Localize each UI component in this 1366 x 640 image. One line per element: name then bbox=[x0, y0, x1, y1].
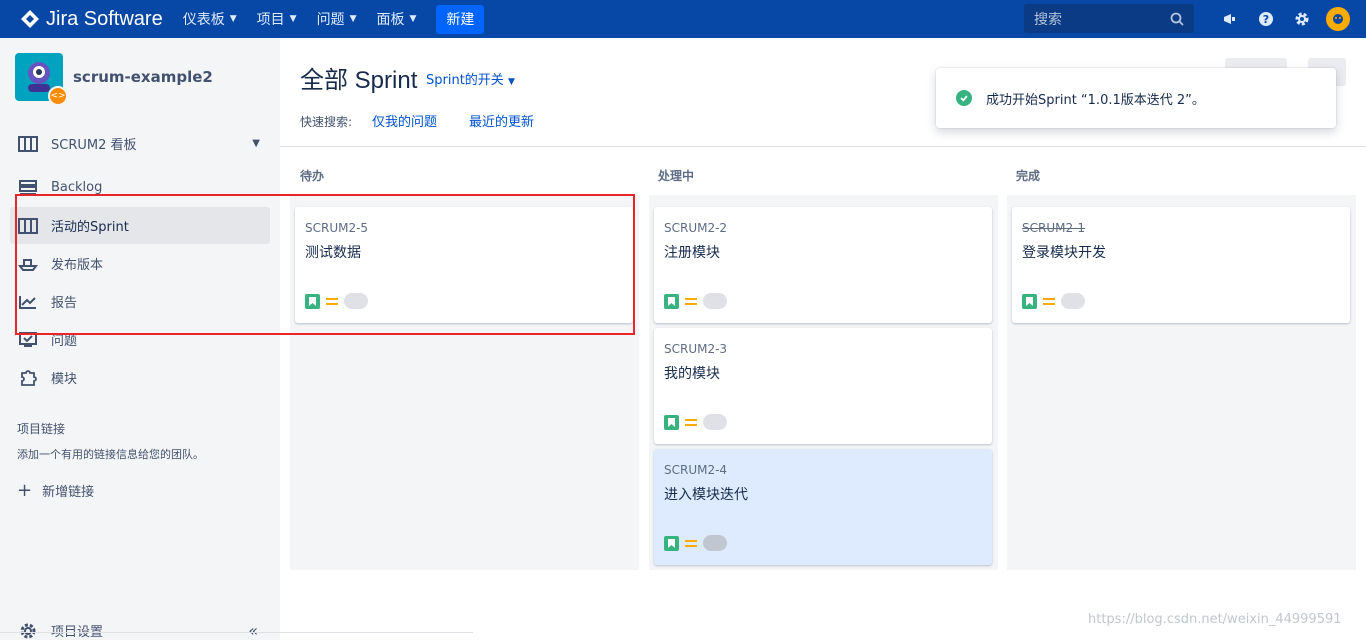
card-footer bbox=[1022, 293, 1085, 309]
chevron-down-icon: ▼ bbox=[229, 14, 237, 24]
chevron-down-icon: ▼ bbox=[252, 138, 260, 149]
sidebar-item-label: SCRUM2 看板 bbox=[51, 138, 137, 153]
issue-card[interactable]: SCRUM2-3 我的模块 bbox=[654, 328, 992, 444]
sprint-toggle-label: Sprint的开关 bbox=[426, 73, 504, 88]
issue-key[interactable]: SCRUM2-3 bbox=[664, 342, 727, 356]
chevron-down-icon: ▼ bbox=[289, 14, 297, 24]
issue-summary: 进入模块迭代 bbox=[664, 487, 748, 503]
plus-icon: + bbox=[17, 480, 33, 501]
estimate-badge bbox=[703, 293, 727, 309]
project-avatar: <> bbox=[15, 53, 68, 106]
success-toast[interactable]: 成功开始Sprint “1.0.1版本迭代 2”。 bbox=[936, 68, 1336, 128]
gear-icon[interactable] bbox=[1284, 11, 1320, 27]
project-header[interactable]: <> scrum-example2 bbox=[15, 53, 213, 106]
issue-card-selected[interactable]: SCRUM2-4 进入模块迭代 bbox=[654, 449, 992, 565]
bottom-strip bbox=[0, 632, 473, 640]
nav-boards[interactable]: 面板 ▼ bbox=[376, 9, 416, 29]
code-badge-icon: <> bbox=[48, 86, 68, 106]
issue-key[interactable]: SCRUM2-2 bbox=[664, 221, 727, 235]
chevron-down-icon: ▼ bbox=[507, 77, 515, 87]
user-avatar[interactable] bbox=[1320, 7, 1356, 31]
project-links-title: 项目链接 bbox=[17, 422, 66, 436]
estimate-badge bbox=[703, 414, 727, 430]
quick-filter-my-issues[interactable]: 仅我的问题 bbox=[372, 111, 437, 130]
project-name: scrum-example2 bbox=[73, 68, 213, 86]
priority-medium-icon bbox=[685, 418, 697, 426]
issue-summary: 注册模块 bbox=[664, 245, 720, 261]
help-icon[interactable]: ? bbox=[1248, 11, 1284, 27]
issue-key[interactable]: SCRUM2-1 bbox=[1022, 221, 1085, 235]
estimate-badge bbox=[703, 535, 727, 551]
issue-summary: 登录模块开发 bbox=[1022, 245, 1106, 261]
watermark: https://blog.csdn.net/weixin_44999591 bbox=[1088, 612, 1342, 627]
issue-summary: 我的模块 bbox=[664, 366, 720, 382]
column-title-in-progress: 处理中 bbox=[658, 169, 695, 183]
quick-filter-recent-updates[interactable]: 最近的更新 bbox=[469, 111, 534, 130]
toast-message: 成功开始Sprint “1.0.1版本迭代 2”。 bbox=[986, 92, 1205, 108]
nav-boards-label: 面板 bbox=[376, 12, 405, 28]
annotation-highlight-box bbox=[15, 194, 635, 335]
page-title: 全部 Sprint bbox=[300, 67, 418, 94]
nav-dashboards-label: 仪表板 bbox=[182, 12, 225, 28]
search-placeholder: 搜索 bbox=[1034, 11, 1062, 28]
add-link-button[interactable]: + 新增链接 bbox=[17, 480, 94, 501]
chevron-down-icon: ▼ bbox=[409, 14, 417, 24]
top-navigation: Jira Software 仪表板 ▼ 项目 ▼ 问题 ▼ 面板 ▼ 新建 搜索 ? bbox=[0, 0, 1366, 38]
story-icon bbox=[1022, 293, 1037, 309]
search-icon bbox=[1170, 12, 1184, 26]
card-footer bbox=[664, 414, 727, 430]
nav-issues[interactable]: 问题 ▼ bbox=[317, 9, 357, 29]
sprint-toggle-dropdown[interactable]: Sprint的开关 ▼ bbox=[426, 69, 515, 88]
column-title-done: 完成 bbox=[1016, 169, 1041, 183]
search-input[interactable]: 搜索 bbox=[1024, 4, 1194, 33]
sidebar-item-board[interactable]: SCRUM2 看板 ▼ bbox=[10, 125, 270, 162]
sidebar-item-components[interactable]: 模块 bbox=[10, 359, 270, 396]
checkmark-icon bbox=[956, 90, 972, 106]
nav-projects-label: 项目 bbox=[256, 12, 285, 28]
sidebar: <> scrum-example2 SCRUM2 看板 ▼ Backlog 活动… bbox=[0, 38, 280, 640]
divider bbox=[280, 146, 1366, 147]
issue-key[interactable]: SCRUM2-4 bbox=[664, 463, 727, 477]
create-button[interactable]: 新建 bbox=[436, 4, 485, 34]
jira-logo[interactable]: Jira Software bbox=[20, 8, 163, 31]
nav-dashboards[interactable]: 仪表板 ▼ bbox=[183, 9, 237, 29]
priority-medium-icon bbox=[1043, 297, 1055, 305]
brand-name: Jira Software bbox=[46, 7, 163, 30]
sidebar-item-label: 模块 bbox=[51, 372, 78, 387]
estimate-badge bbox=[1061, 293, 1085, 309]
column-in-progress: SCRUM2-2 注册模块 SCRUM2-3 我的模块 SCRUM2-4 进入模… bbox=[649, 195, 998, 570]
chevron-down-icon: ▼ bbox=[349, 14, 357, 24]
jira-icon bbox=[21, 10, 39, 28]
story-icon bbox=[664, 535, 679, 551]
puzzle-icon bbox=[18, 369, 40, 387]
card-footer bbox=[664, 535, 727, 551]
card-footer bbox=[664, 293, 727, 309]
priority-medium-icon bbox=[685, 297, 697, 305]
column-done: SCRUM2-1 登录模块开发 bbox=[1007, 195, 1356, 570]
add-link-label: 新增链接 bbox=[42, 485, 95, 500]
svg-text:?: ? bbox=[1263, 13, 1269, 26]
nav-issues-label: 问题 bbox=[316, 12, 345, 28]
column-title-todo: 待办 bbox=[300, 169, 325, 183]
issue-card[interactable]: SCRUM2-1 登录模块开发 bbox=[1012, 207, 1350, 323]
story-icon bbox=[664, 414, 679, 430]
megaphone-icon[interactable] bbox=[1212, 11, 1248, 27]
sidebar-item-label: Backlog bbox=[51, 180, 103, 195]
nav-projects[interactable]: 项目 ▼ bbox=[257, 9, 297, 29]
project-links-desc: 添加一个有用的链接信息给您的团队。 bbox=[17, 448, 204, 461]
top-icons: ? bbox=[1212, 0, 1356, 38]
quick-search-label: 快速搜索: bbox=[300, 115, 353, 129]
story-icon bbox=[664, 293, 679, 309]
board-icon bbox=[18, 135, 40, 152]
user-avatar-icon bbox=[1326, 7, 1350, 31]
priority-medium-icon bbox=[685, 539, 697, 547]
issue-card[interactable]: SCRUM2-2 注册模块 bbox=[654, 207, 992, 323]
